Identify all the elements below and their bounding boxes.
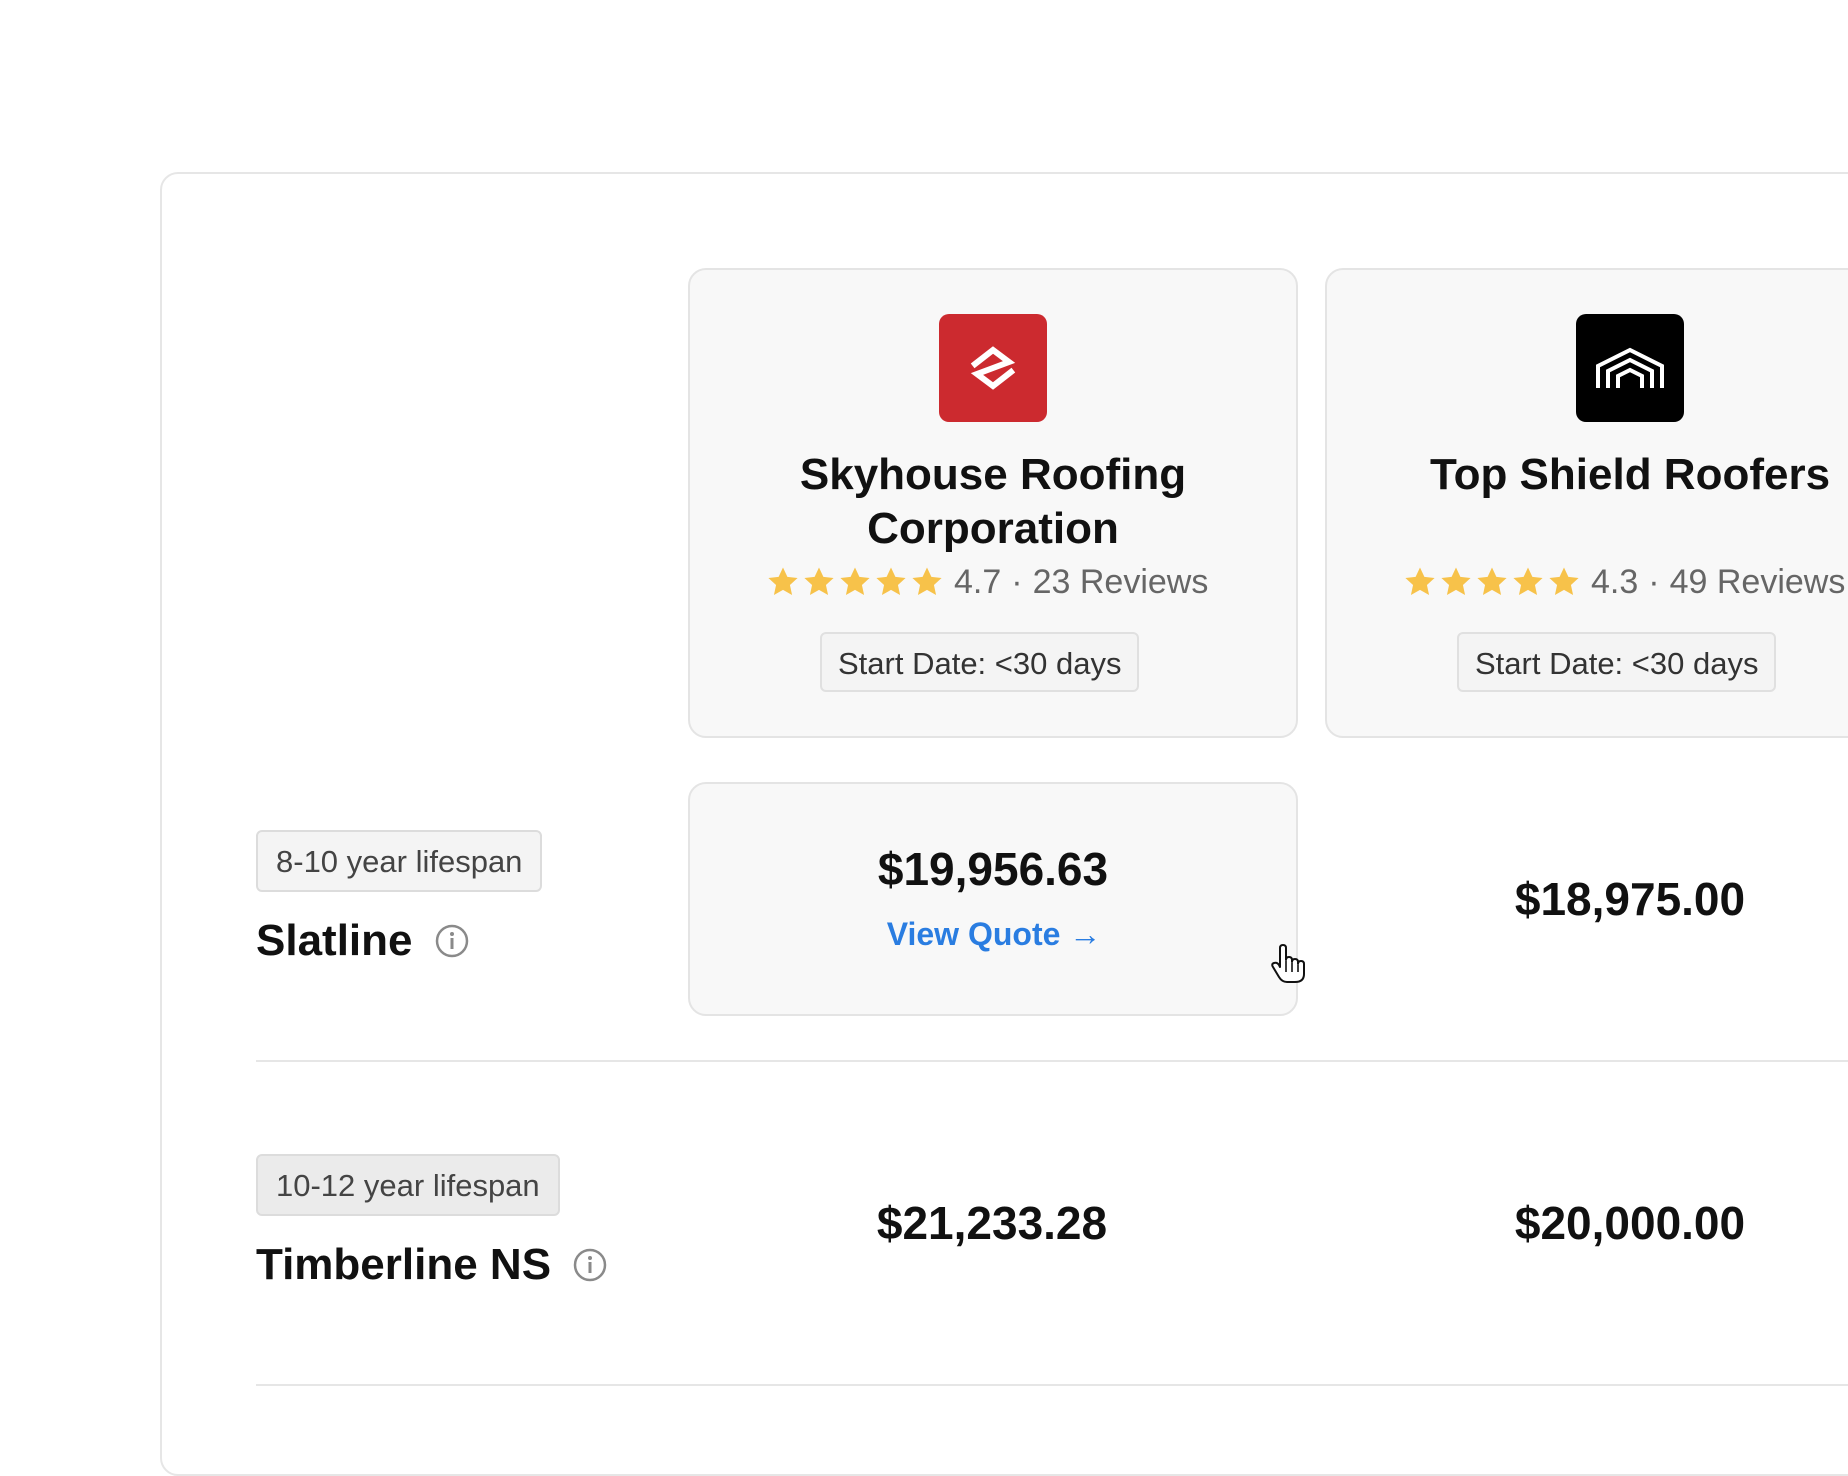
quote-price: $19,956.63 [877,843,1109,895]
info-icon[interactable] [435,924,469,958]
info-icon[interactable] [573,1248,607,1282]
view-quote-link[interactable]: View Quote → [690,916,1298,953]
quote-price[interactable]: $21,233.28 [712,1196,1272,1250]
lifespan-badge: 8-10 year lifespan [256,830,543,892]
quote-price[interactable]: $18,975.00 [1350,872,1848,926]
review-count[interactable]: 49 Reviews [1670,563,1846,602]
rating-row: 4.7 · 23 Reviews [766,562,1208,602]
star-icon [876,567,906,596]
row-divider [256,1060,1848,1062]
star-icon [1549,567,1579,596]
product-label: Timberline NS [256,1240,607,1290]
rating-value: 4.7 [954,562,1002,601]
rating-value: 4.3 [1591,562,1639,601]
company-name: Top Shield Roofers [1429,450,1831,499]
skyhouse-logo-icon [939,314,1047,422]
star-icon [1477,567,1507,596]
review-count[interactable]: 23 Reviews [1033,563,1209,602]
star-icon [1441,567,1471,596]
quote-card-highlighted[interactable]: $19,956.63 View Quote → [688,782,1298,1016]
hand-cursor-icon [1271,944,1305,983]
start-date-badge: Start Date: <30 days [1457,632,1777,692]
star-icon [840,567,870,596]
lifespan-badge: 10-12 year lifespan [256,1154,560,1216]
company-card-skyhouse[interactable]: Skyhouse Roofing Corporation 4.7 · 23 Re… [688,268,1298,738]
star-icon [1513,567,1543,596]
star-rating [1403,565,1581,599]
product-label: Slatline [256,916,469,966]
separator-dot: · [1011,562,1023,601]
star-icon [912,567,942,596]
product-name: Timberline NS [256,1240,552,1289]
star-icon [804,567,834,596]
rating-row: 4.3 · 49 Reviews [1403,562,1845,602]
star-rating [766,565,944,599]
company-name: Skyhouse Roofing Corporation [799,450,1187,553]
row-divider [256,1384,1848,1386]
product-name: Slatline [256,916,413,965]
start-date-badge: Start Date: <30 days [820,632,1140,692]
quote-price[interactable]: $20,000.00 [1350,1196,1848,1250]
star-icon [768,567,798,596]
star-icon [1405,567,1435,596]
view-quote-label[interactable]: View Quote [887,916,1061,952]
separator-dot: · [1648,562,1660,601]
company-card-top-shield[interactable]: Top Shield Roofers 4.3 · 49 Reviews Star… [1325,268,1848,738]
top-shield-logo-icon [1576,314,1684,422]
arrow-right-icon: → [1069,916,1102,952]
